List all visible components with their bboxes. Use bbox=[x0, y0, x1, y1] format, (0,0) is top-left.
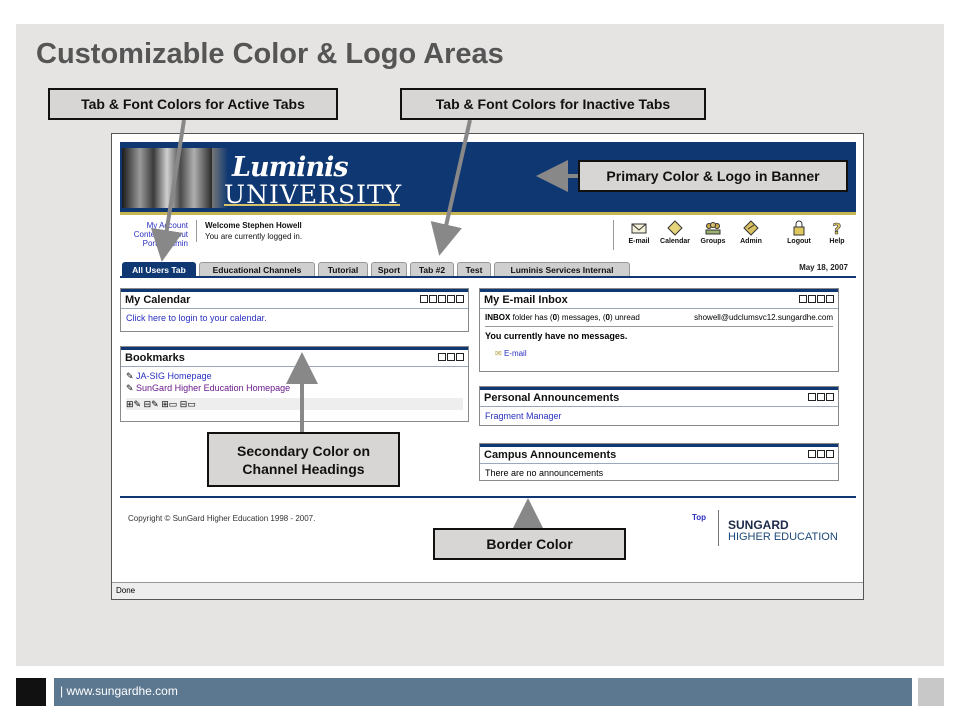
welcome-text: Welcome Stephen Howell bbox=[205, 221, 302, 230]
close-control-icon[interactable] bbox=[826, 450, 834, 458]
my-account-link[interactable]: My Account bbox=[120, 221, 188, 230]
page-border-line bbox=[120, 496, 856, 498]
welcome-block: Welcome Stephen Howell You are currently… bbox=[196, 220, 302, 242]
svg-text:?: ? bbox=[833, 220, 842, 236]
help-control-icon[interactable] bbox=[799, 295, 807, 303]
portal-admin-link[interactable]: Portal Admin bbox=[120, 239, 188, 248]
content-layout-link[interactable]: Content Layout bbox=[120, 230, 188, 239]
left-links: My Account Content Layout Portal Admin bbox=[120, 221, 188, 248]
bookmark-item[interactable]: ✎ JA-SIG Homepage bbox=[126, 370, 463, 382]
channel-campus-announcements: Campus Announcements There are no announ… bbox=[479, 443, 839, 481]
minimize-control-icon[interactable] bbox=[808, 393, 816, 401]
channel-my-calendar: My Calendar Click here to login to your … bbox=[120, 288, 469, 332]
channel-title: Campus Announcements bbox=[484, 449, 617, 461]
channel-title: Personal Announcements bbox=[484, 392, 620, 404]
channel-controls bbox=[808, 450, 834, 458]
tab-test[interactable]: Test bbox=[457, 262, 491, 276]
top-link[interactable]: Top bbox=[692, 513, 706, 522]
help-control-icon[interactable] bbox=[420, 295, 428, 303]
footer-url: | www.sungardhe.com bbox=[60, 684, 178, 698]
callout-inactive-tabs: Tab & Font Colors for Inactive Tabs bbox=[400, 88, 706, 120]
minimize-control-icon[interactable] bbox=[808, 450, 816, 458]
sungard-logo-sub: HIGHER EDUCATION bbox=[728, 531, 838, 543]
maximize-control-icon[interactable] bbox=[447, 353, 455, 361]
envelope-icon: ✉ bbox=[495, 349, 504, 358]
no-messages-text: You currently have no messages. bbox=[485, 326, 833, 342]
footer-block bbox=[16, 678, 46, 706]
help-icon: ? bbox=[832, 220, 842, 236]
callout-banner: Primary Color & Logo in Banner bbox=[578, 160, 848, 192]
toolbar-groups[interactable]: Groups bbox=[694, 220, 732, 245]
channel-controls bbox=[808, 393, 834, 401]
footer-bar: | www.sungardhe.com bbox=[54, 678, 912, 706]
minimize-control-icon[interactable] bbox=[438, 353, 446, 361]
close-control-icon[interactable] bbox=[456, 353, 464, 361]
maximize-control-icon[interactable] bbox=[817, 295, 825, 303]
close-control-icon[interactable] bbox=[826, 393, 834, 401]
calendar-login-link[interactable]: Click here to login to your calendar. bbox=[126, 313, 267, 323]
delete-folder-icon[interactable]: ⊟▭ bbox=[180, 399, 196, 409]
toolbar-logout[interactable]: Logout bbox=[780, 220, 818, 245]
no-announcements-text: There are no announcements bbox=[485, 468, 604, 478]
toolbar-email[interactable]: E-mail bbox=[620, 220, 658, 245]
callout-secondary-color: Secondary Color on Channel Headings bbox=[207, 432, 400, 487]
channel-email-inbox: My E-mail Inbox INBOX folder has (0) mes… bbox=[479, 288, 839, 372]
copyright-text: Copyright © SunGard Higher Education 199… bbox=[128, 514, 316, 523]
close-control-icon[interactable] bbox=[456, 295, 464, 303]
bookmark-icon: ✎ bbox=[126, 371, 137, 381]
tab-educational-channels[interactable]: Educational Channels bbox=[199, 262, 315, 276]
lock-icon bbox=[793, 220, 805, 236]
maximize-control-icon[interactable] bbox=[817, 393, 825, 401]
minimize-control-icon[interactable] bbox=[438, 295, 446, 303]
close-control-icon[interactable] bbox=[826, 295, 834, 303]
tab-tab2[interactable]: Tab #2 bbox=[410, 262, 454, 276]
edit-bookmark-icon[interactable]: ⊟✎ bbox=[144, 399, 159, 409]
portal-toolbar: E-mail Calendar Groups Admin Logout ? He… bbox=[613, 220, 854, 250]
groups-icon bbox=[705, 222, 721, 235]
bookmark-icon: ✎ bbox=[126, 383, 137, 393]
logged-in-text: You are currently logged in. bbox=[205, 232, 303, 241]
tab-luminis-services[interactable]: Luminis Services Internal bbox=[494, 262, 630, 276]
logo-script: Luminis bbox=[232, 152, 349, 183]
add-folder-icon[interactable]: ⊞▭ bbox=[161, 399, 177, 409]
portal-tabs: All Users Tab Educational Channels Tutor… bbox=[120, 262, 856, 278]
tab-sport[interactable]: Sport bbox=[371, 262, 407, 276]
channel-bookmarks: Bookmarks ✎ JA-SIG Homepage ✎ SunGard Hi… bbox=[120, 346, 469, 422]
maximize-control-icon[interactable] bbox=[447, 295, 455, 303]
toolbar-help[interactable]: ? Help bbox=[818, 220, 856, 245]
browser-status-bar: Done bbox=[112, 582, 863, 599]
channel-controls bbox=[799, 295, 834, 303]
channel-title: Bookmarks bbox=[125, 352, 185, 364]
inbox-status: INBOX folder has (0) messages, (0) unrea… bbox=[485, 313, 833, 322]
envelope-icon bbox=[631, 223, 647, 234]
channel-title: My Calendar bbox=[125, 294, 191, 306]
fragment-manager-link[interactable]: Fragment Manager bbox=[485, 411, 562, 421]
channel-title: My E-mail Inbox bbox=[484, 294, 568, 306]
minimize-control-icon[interactable] bbox=[808, 295, 816, 303]
building-photo bbox=[122, 148, 212, 208]
callout-border-color: Border Color bbox=[433, 528, 626, 560]
callout-active-tabs: Tab & Font Colors for Active Tabs bbox=[48, 88, 338, 120]
channel-controls bbox=[420, 295, 464, 303]
toolbar-calendar[interactable]: Calendar bbox=[656, 220, 694, 245]
channel-controls bbox=[438, 353, 464, 361]
banner-accent-line bbox=[120, 212, 856, 215]
slide-title: Customizable Color & Logo Areas bbox=[36, 38, 504, 70]
toolbar-admin[interactable]: Admin bbox=[732, 220, 770, 245]
footer-grey-block bbox=[918, 678, 944, 706]
portal-date: May 18, 2007 bbox=[799, 263, 848, 272]
add-bookmark-icon[interactable]: ⊞✎ bbox=[126, 399, 141, 409]
sungard-logo: SUNGARD bbox=[728, 518, 789, 532]
channel-personal-announcements: Personal Announcements Fragment Manager bbox=[479, 386, 839, 426]
tab-tutorial[interactable]: Tutorial bbox=[318, 262, 368, 276]
maximize-control-icon[interactable] bbox=[817, 450, 825, 458]
bookmark-toolbar: ⊞✎ ⊟✎ ⊞▭ ⊟▭ bbox=[126, 398, 463, 410]
email-launch[interactable]: ✉ E-mail bbox=[485, 348, 833, 360]
calendar-icon bbox=[667, 220, 683, 236]
inbox-address: showell@udclumsvc12.sungardhe.com bbox=[694, 313, 833, 322]
admin-icon bbox=[743, 220, 759, 236]
tab-all-users[interactable]: All Users Tab bbox=[122, 262, 196, 276]
bookmark-item[interactable]: ✎ SunGard Higher Education Homepage bbox=[126, 382, 463, 394]
edit-control-icon[interactable] bbox=[429, 295, 437, 303]
